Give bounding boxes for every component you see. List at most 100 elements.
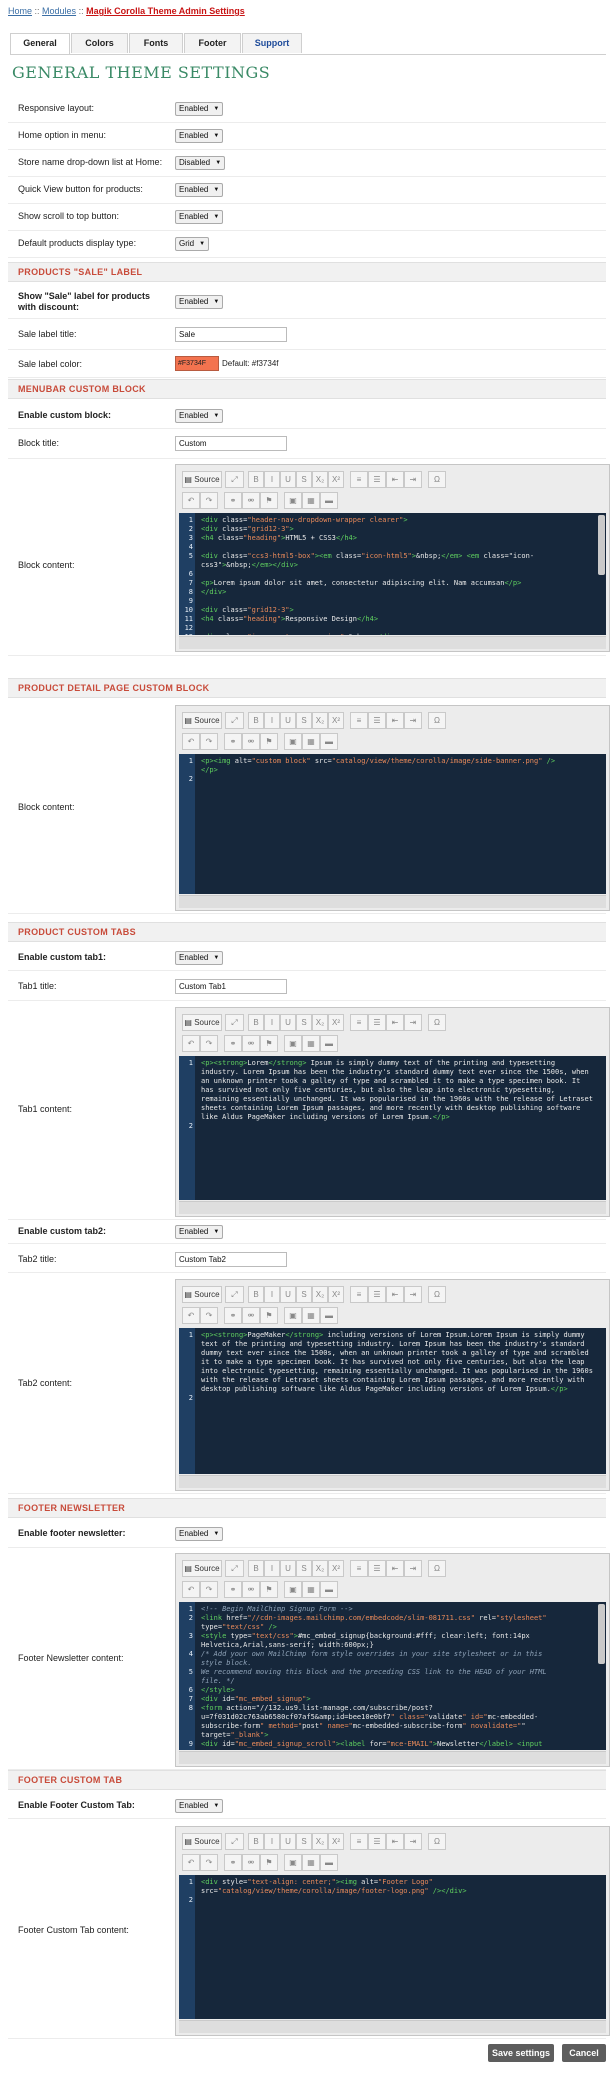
unlink-icon[interactable]: ⚮ [242, 1581, 260, 1598]
link-icon[interactable]: ⚭ [224, 492, 242, 509]
home-option-select[interactable]: Enabled ▼ [175, 129, 224, 143]
undo-icon[interactable]: ↶ [182, 492, 200, 509]
display-type-select[interactable]: Grid ▼ [175, 237, 210, 251]
bold-button[interactable]: B [248, 471, 264, 488]
indent-icon[interactable]: ⇥ [404, 1560, 422, 1577]
italic-button[interactable]: I [264, 1560, 280, 1577]
horizontal-rule-icon[interactable]: ▬ [320, 1581, 338, 1598]
special-char-button[interactable]: Ω [428, 1286, 446, 1303]
horizontal-rule-icon[interactable]: ▬ [320, 1035, 338, 1052]
subscript-button[interactable]: X₂ [312, 1833, 328, 1850]
numbered-list-icon[interactable]: ≡ [350, 1286, 368, 1303]
save-settings-button[interactable]: Save settings [488, 2044, 554, 2062]
special-char-button[interactable]: Ω [428, 471, 446, 488]
link-icon[interactable]: ⚭ [224, 1581, 242, 1598]
special-char-button[interactable]: Ω [428, 1014, 446, 1031]
tab1-title-input[interactable]: Custom Tab1 [175, 979, 287, 994]
code-area[interactable]: 1 2 <p><strong>Lorem</strong> Ipsum is sim… [179, 1056, 606, 1200]
source-button[interactable]: ▤ Source [182, 1286, 222, 1303]
redo-icon[interactable]: ↷ [200, 1307, 218, 1324]
underline-button[interactable]: U [280, 1560, 296, 1577]
subscript-button[interactable]: X₂ [312, 1286, 328, 1303]
bulleted-list-icon[interactable]: ☰ [368, 471, 386, 488]
breadcrumb-modules[interactable]: Modules [42, 6, 76, 16]
superscript-button[interactable]: X² [328, 1014, 344, 1031]
quickview-select[interactable]: Enabled ▼ [175, 183, 224, 197]
horizontal-rule-icon[interactable]: ▬ [320, 733, 338, 750]
redo-icon[interactable]: ↷ [200, 1035, 218, 1052]
maximize-icon[interactable]: ⤢ [225, 1286, 244, 1303]
bulleted-list-icon[interactable]: ☰ [368, 1560, 386, 1577]
code-editor[interactable]: ▤ Source ⤢ B I U S X₂ X² ≡ ☰ ⇤ ⇥ Ω ↶ ↷ ⚭ ⚮ ⚑ ▣ ▦ ▬ 1 2 <p><img … [175, 705, 610, 911]
image-icon[interactable]: ▣ [284, 733, 302, 750]
link-icon[interactable]: ⚭ [224, 733, 242, 750]
source-button[interactable]: ▤ Source [182, 712, 222, 729]
italic-button[interactable]: I [264, 712, 280, 729]
italic-button[interactable]: I [264, 1833, 280, 1850]
bold-button[interactable]: B [248, 712, 264, 729]
bold-button[interactable]: B [248, 1286, 264, 1303]
unlink-icon[interactable]: ⚮ [242, 492, 260, 509]
subscript-button[interactable]: X₂ [312, 712, 328, 729]
outdent-icon[interactable]: ⇤ [386, 471, 404, 488]
undo-icon[interactable]: ↶ [182, 1307, 200, 1324]
italic-button[interactable]: I [264, 1286, 280, 1303]
strike-button[interactable]: S [296, 471, 312, 488]
tab-general[interactable]: General [10, 33, 70, 55]
sale-show-select[interactable]: Enabled ▼ [175, 295, 224, 309]
maximize-icon[interactable]: ⤢ [225, 1560, 244, 1577]
anchor-flag-icon[interactable]: ⚑ [260, 1035, 278, 1052]
image-icon[interactable]: ▣ [284, 492, 302, 509]
cancel-button[interactable]: Cancel [562, 2044, 606, 2062]
subscript-button[interactable]: X₂ [312, 1560, 328, 1577]
superscript-button[interactable]: X² [328, 1560, 344, 1577]
bulleted-list-icon[interactable]: ☰ [368, 1833, 386, 1850]
subscript-button[interactable]: X₂ [312, 471, 328, 488]
underline-button[interactable]: U [280, 712, 296, 729]
strike-button[interactable]: S [296, 1833, 312, 1850]
bold-button[interactable]: B [248, 1014, 264, 1031]
special-char-button[interactable]: Ω [428, 1560, 446, 1577]
bold-button[interactable]: B [248, 1833, 264, 1850]
underline-button[interactable]: U [280, 1014, 296, 1031]
unlink-icon[interactable]: ⚮ [242, 733, 260, 750]
source-button[interactable]: ▤ Source [182, 471, 222, 488]
menubar-title-input[interactable]: Custom [175, 436, 287, 451]
code-editor[interactable]: ▤ Source ⤢ B I U S X₂ X² ≡ ☰ ⇤ ⇥ Ω ↶ ↷ ⚭ ⚮ ⚑ ▣ ▦ ▬ 1 2 3 4 5 6 7 8 9 1… [175, 464, 610, 652]
indent-icon[interactable]: ⇥ [404, 1014, 422, 1031]
outdent-icon[interactable]: ⇤ [386, 1560, 404, 1577]
maximize-icon[interactable]: ⤢ [225, 1014, 244, 1031]
table-icon[interactable]: ▦ [302, 1035, 320, 1052]
source-button[interactable]: ▤ Source [182, 1560, 222, 1577]
unlink-icon[interactable]: ⚮ [242, 1307, 260, 1324]
undo-icon[interactable]: ↶ [182, 1854, 200, 1871]
anchor-flag-icon[interactable]: ⚑ [260, 1307, 278, 1324]
code-editor[interactable]: ▤ Source ⤢ B I U S X₂ X² ≡ ☰ ⇤ ⇥ Ω ↶ ↷ ⚭ ⚮ ⚑ ▣ ▦ ▬ 1 2 <div sty… [175, 1826, 610, 2036]
undo-icon[interactable]: ↶ [182, 1035, 200, 1052]
breadcrumb-current[interactable]: Magik Corolla Theme Admin Settings [86, 6, 245, 16]
undo-icon[interactable]: ↶ [182, 733, 200, 750]
maximize-icon[interactable]: ⤢ [225, 471, 244, 488]
numbered-list-icon[interactable]: ≡ [350, 471, 368, 488]
link-icon[interactable]: ⚭ [224, 1854, 242, 1871]
strike-button[interactable]: S [296, 712, 312, 729]
redo-icon[interactable]: ↷ [200, 1581, 218, 1598]
bulleted-list-icon[interactable]: ☰ [368, 712, 386, 729]
sale-color-input[interactable]: #F3734F [175, 356, 219, 371]
superscript-button[interactable]: X² [328, 1833, 344, 1850]
italic-button[interactable]: I [264, 1014, 280, 1031]
table-icon[interactable]: ▦ [302, 733, 320, 750]
image-icon[interactable]: ▣ [284, 1854, 302, 1871]
breadcrumb-home[interactable]: Home [8, 6, 32, 16]
sale-title-input[interactable]: Sale [175, 327, 287, 342]
code-area[interactable]: 123456789101112131415<div class="header-… [179, 513, 606, 635]
outdent-icon[interactable]: ⇤ [386, 1014, 404, 1031]
footer-tab-enable-select[interactable]: Enabled ▼ [175, 1799, 224, 1813]
tab-footer[interactable]: Footer [184, 33, 241, 53]
table-icon[interactable]: ▦ [302, 1307, 320, 1324]
image-icon[interactable]: ▣ [284, 1307, 302, 1324]
code-editor[interactable]: ▤ Source ⤢ B I U S X₂ X² ≡ ☰ ⇤ ⇥ Ω ↶ ↷ ⚭ ⚮ ⚑ ▣ ▦ ▬ 1 2 3 4 5 6 7 8 9 <… [175, 1553, 610, 1767]
store-dropdown-select[interactable]: Disabled ▼ [175, 156, 226, 170]
anchor-flag-icon[interactable]: ⚑ [260, 733, 278, 750]
link-icon[interactable]: ⚭ [224, 1307, 242, 1324]
